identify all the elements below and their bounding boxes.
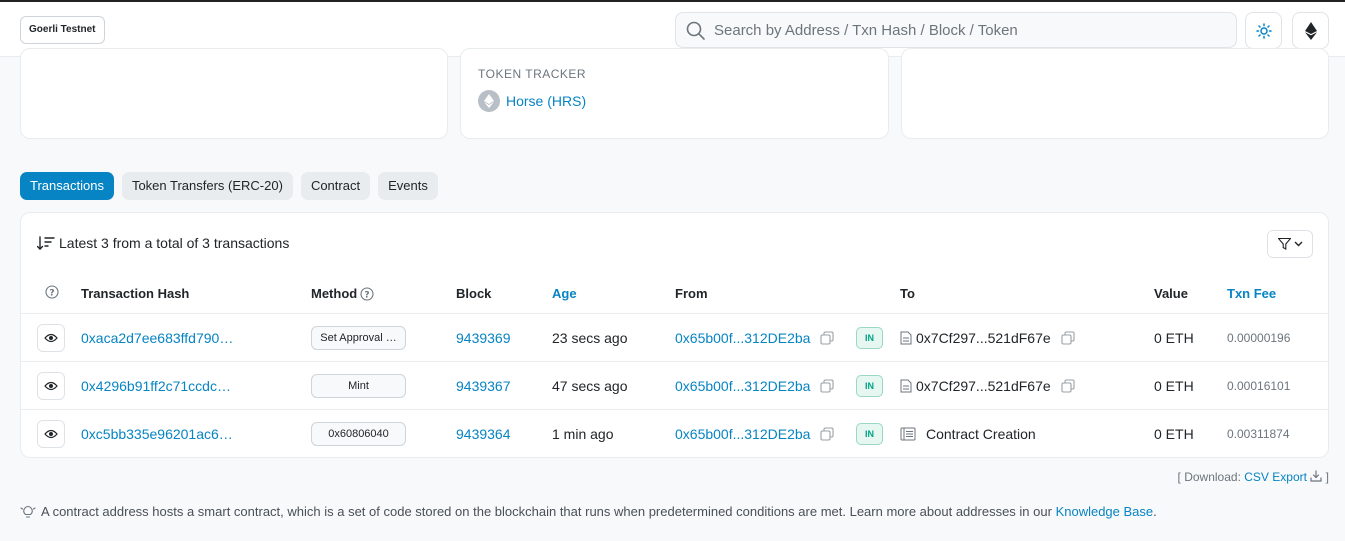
search-placeholder: Search by Address / Txn Hash / Block / T… — [714, 22, 1018, 39]
svg-text:?: ? — [49, 288, 54, 298]
preview-eye-button[interactable] — [37, 371, 65, 400]
block-link[interactable]: 9439364 — [456, 410, 511, 457]
method-badge[interactable]: 0x60806040 — [311, 421, 406, 446]
preview-eye-button[interactable] — [37, 419, 65, 448]
col-to: To — [900, 286, 915, 301]
col-method-label: Method — [311, 286, 358, 301]
value-amount: 0 ETH — [1154, 329, 1194, 346]
token-tracker-label: TOKEN TRACKER — [478, 67, 587, 81]
network-menu-button[interactable] — [1292, 12, 1329, 49]
contract-file-icon — [900, 379, 912, 392]
method-badge[interactable]: Mint — [311, 373, 406, 398]
tab-transactions[interactable]: Transactions — [20, 172, 114, 200]
tab-events[interactable]: Events — [378, 172, 438, 200]
table-row: 0xaca2d7ee683ffd790… Set Approval … 9439… — [21, 314, 1328, 362]
table-row: 0x4296b91ff2c71ccdc… Mint 9439367 47 sec… — [21, 362, 1328, 410]
table-row: 0xc5bb335e96201ac6… 0x60806040 9439364 1… — [21, 410, 1328, 458]
direction-badge: IN — [856, 374, 883, 397]
sort-icon — [37, 236, 55, 250]
txn-fee-value: 0.00000196 — [1227, 330, 1291, 345]
lightbulb-icon — [20, 505, 36, 518]
download-prefix: [ Download: — [1177, 470, 1241, 484]
copy-icon[interactable] — [1061, 378, 1075, 393]
copy-icon[interactable] — [820, 330, 835, 345]
table-body: 0xaca2d7ee683ffd790… Set Approval … 9439… — [21, 314, 1328, 458]
search-icon — [686, 21, 705, 40]
contract-file-icon — [900, 331, 912, 344]
from-address-link[interactable]: 0x65b00f...312DE2ba — [675, 330, 810, 346]
contract-creation-label: Contract Creation — [926, 425, 1036, 442]
search-input[interactable]: Search by Address / Txn Hash / Block / T… — [675, 12, 1237, 48]
chevron-down-icon — [1294, 241, 1302, 247]
txn-hash-link[interactable]: 0xc5bb335e96201ac6… — [81, 410, 233, 457]
contract-creation-icon — [900, 427, 916, 440]
to-address-link[interactable]: 0x7Cf297...521dF67e — [916, 330, 1051, 346]
from-address-link[interactable]: 0x65b00f...312DE2ba — [675, 426, 810, 442]
knowledge-base-link[interactable]: Knowledge Base — [1056, 504, 1154, 519]
multichain-card — [901, 48, 1329, 139]
copy-icon[interactable] — [820, 426, 835, 441]
age-value: 1 min ago — [552, 425, 614, 442]
info-text: A contract address hosts a smart contrac… — [41, 504, 1052, 519]
tabs: Transactions Token Transfers (ERC-20) Co… — [20, 172, 438, 200]
overview-card — [20, 48, 448, 139]
csv-export-link[interactable]: CSV Export — [1244, 470, 1307, 484]
summary-text: Latest 3 from a total of 3 transactions — [59, 235, 290, 251]
filter-icon — [1277, 238, 1291, 250]
direction-badge: IN — [856, 326, 883, 349]
svg-text:?: ? — [365, 290, 370, 300]
txn-fee-value: 0.00311874 — [1227, 426, 1290, 441]
from-address-link[interactable]: 0x65b00f...312DE2ba — [675, 378, 810, 394]
col-from: From — [675, 286, 708, 301]
txn-hash-link[interactable]: 0xaca2d7ee683ffd790… — [81, 314, 233, 361]
to-address-link[interactable]: 0x7Cf297...521dF67e — [916, 378, 1051, 394]
info-end: . — [1153, 504, 1157, 519]
tab-token-transfers[interactable]: Token Transfers (ERC-20) — [121, 172, 293, 200]
help-icon[interactable]: ? — [45, 285, 59, 302]
eye-icon — [44, 333, 58, 342]
preview-eye-button[interactable] — [37, 323, 65, 352]
method-badge[interactable]: Set Approval … — [311, 325, 406, 350]
download-icon[interactable] — [1310, 470, 1322, 482]
block-link[interactable]: 9439367 — [456, 362, 511, 409]
eye-icon — [44, 429, 58, 438]
value-amount: 0 ETH — [1154, 425, 1194, 442]
ethereum-icon — [1304, 21, 1317, 40]
transactions-summary: Latest 3 from a total of 3 transactions — [37, 235, 289, 251]
copy-icon[interactable] — [1061, 330, 1075, 345]
direction-badge: IN — [856, 422, 883, 445]
token-tracker-link[interactable]: Horse (HRS) — [478, 90, 586, 112]
txn-fee-value: 0.00016101 — [1227, 378, 1291, 393]
age-value: 23 secs ago — [552, 329, 628, 346]
transactions-card: Latest 3 from a total of 3 transactions … — [20, 212, 1329, 458]
sun-icon — [1255, 22, 1272, 39]
col-txn-fee[interactable]: Txn Fee — [1227, 286, 1276, 301]
info-note: A contract address hosts a smart contrac… — [20, 504, 1157, 519]
filter-button[interactable] — [1267, 230, 1313, 258]
eye-icon — [44, 381, 58, 390]
more-info-card: TOKEN TRACKER Horse (HRS) — [460, 48, 889, 139]
tab-contract[interactable]: Contract — [300, 172, 371, 200]
block-link[interactable]: 9439369 — [456, 314, 511, 361]
age-value: 47 secs ago — [552, 377, 628, 394]
value-amount: 0 ETH — [1154, 377, 1194, 394]
col-value: Value — [1154, 286, 1188, 301]
theme-toggle-button[interactable] — [1245, 12, 1282, 49]
token-name: Horse (HRS) — [506, 93, 587, 109]
col-method: Method ? — [311, 286, 374, 301]
download-suffix: ] — [1325, 470, 1329, 484]
token-logo-icon — [478, 90, 500, 112]
method-help-icon[interactable]: ? — [360, 286, 374, 301]
col-transaction-hash: Transaction Hash — [81, 286, 190, 301]
download-line: [ Download: CSV Export ] — [1178, 470, 1329, 484]
copy-icon[interactable] — [820, 378, 835, 393]
network-badge[interactable]: Goerli Testnet — [20, 16, 105, 44]
txn-hash-link[interactable]: 0x4296b91ff2c71ccdc… — [81, 362, 231, 409]
col-block: Block — [456, 286, 492, 301]
col-age[interactable]: Age — [552, 286, 577, 301]
